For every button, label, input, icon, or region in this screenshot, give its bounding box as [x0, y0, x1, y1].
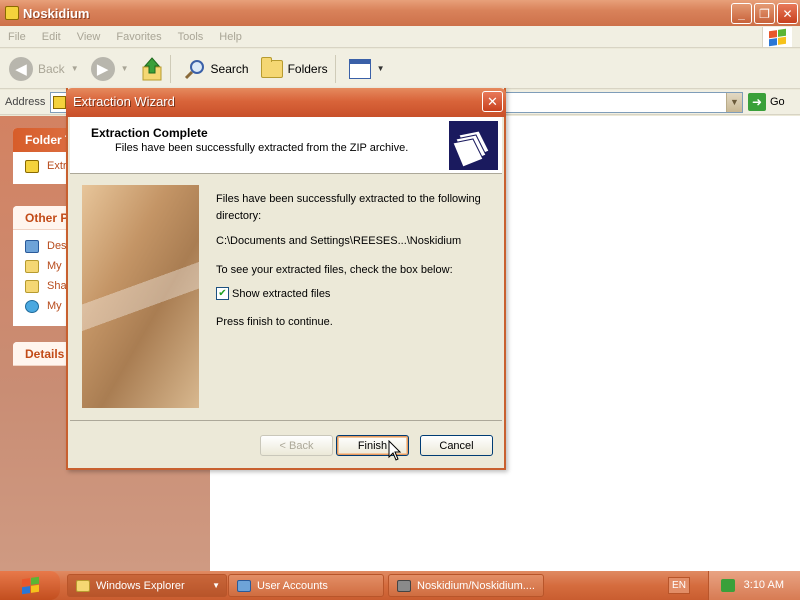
dialog-body: Files have been successfully extracted t… — [70, 175, 502, 419]
wizard-side-image — [82, 185, 199, 408]
header-title: Extraction Complete — [91, 126, 208, 140]
windows-flag-icon — [21, 576, 39, 595]
up-folder-icon — [142, 56, 162, 80]
folder-icon — [5, 6, 19, 20]
folders-label: Folders — [287, 61, 328, 76]
other-place-label: Des — [47, 240, 67, 252]
forward-button[interactable]: ▶ ▼ — [88, 52, 132, 86]
folder-task-label: Extr — [47, 160, 67, 172]
dialog-header: Extraction Complete Files have been succ… — [70, 117, 502, 174]
success-message: Files have been successfully extracted t… — [216, 193, 481, 222]
toolbar-separator — [169, 54, 171, 83]
clock[interactable]: 3:10 AM — [744, 579, 784, 591]
menu-favorites[interactable]: Favorites — [108, 31, 169, 43]
zip-folder-icon — [449, 121, 498, 170]
menu-tools[interactable]: Tools — [170, 31, 212, 43]
chevron-down-icon[interactable]: ▼ — [377, 64, 385, 73]
back-arrow-icon: ◀ — [9, 56, 33, 81]
shared-folder-icon — [25, 279, 39, 293]
task-label: Windows Explorer — [96, 579, 185, 592]
header-subtitle: Files have been successfully extracted f… — [115, 142, 409, 154]
checkbox-label[interactable]: Show extracted files — [232, 288, 330, 300]
task-label: Noskidium/Noskidium.... — [417, 579, 535, 592]
network-tray-icon[interactable] — [721, 579, 735, 592]
search-icon — [184, 59, 204, 79]
extracted-path: C:\Documents and Settings\REESES...\Nosk… — [216, 235, 462, 247]
views-icon — [348, 58, 371, 79]
dialog-footer: < Back Finish Cancel — [70, 420, 502, 468]
address-dropdown-icon[interactable]: ▼ — [726, 93, 742, 112]
cancel-button[interactable]: Cancel — [420, 435, 493, 456]
folder-icon — [53, 96, 66, 109]
task-label: User Accounts — [257, 579, 328, 592]
dialog-close-button[interactable]: ✕ — [482, 91, 503, 112]
menu-file[interactable]: File — [0, 31, 34, 43]
title-bar: Noskidium _ ❐ ✕ — [0, 0, 800, 26]
chevron-down-icon[interactable]: ▼ — [121, 64, 129, 73]
windows-logo-icon — [762, 27, 792, 47]
desktop-icon — [25, 239, 39, 253]
show-extracted-files-checkbox[interactable]: ✔ Show extracted files — [216, 287, 330, 300]
address-label: Address — [5, 96, 46, 108]
menu-help[interactable]: Help — [211, 31, 250, 43]
dialog-title-bar: Extraction Wizard ✕ — [66, 88, 506, 117]
continue-text: Press finish to continue. — [216, 316, 333, 328]
other-place-label: My — [47, 300, 62, 312]
language-indicator[interactable]: EN — [668, 577, 690, 594]
instruction-text: To see your extracted files, check the b… — [216, 264, 453, 276]
documents-icon — [25, 259, 39, 273]
folders-button[interactable]: Folders — [258, 52, 331, 86]
checkbox-checked-icon[interactable]: ✔ — [216, 287, 229, 300]
menu-view[interactable]: View — [69, 31, 109, 43]
back-button[interactable]: < Back — [260, 435, 333, 456]
close-button[interactable]: ✕ — [777, 3, 798, 24]
mouse-cursor-icon — [388, 440, 402, 461]
user-accounts-icon — [237, 579, 251, 592]
toolbar-separator — [334, 54, 336, 83]
dialog-title: Extraction Wizard — [73, 94, 175, 109]
taskbar-user-accounts[interactable]: User Accounts — [228, 574, 384, 597]
wizard-icon — [397, 579, 411, 592]
toolbar: ◀ Back ▼ ▶ ▼ Search Folders ▼ — [0, 49, 800, 89]
taskbar-windows-explorer[interactable]: Windows Explorer ▼ — [67, 574, 227, 597]
search-button[interactable]: Search — [181, 52, 252, 86]
restore-button[interactable]: ❐ — [754, 3, 775, 24]
folders-icon — [260, 56, 283, 78]
chevron-down-icon: ▼ — [212, 581, 220, 590]
folder-icon — [76, 579, 90, 592]
up-button[interactable] — [138, 52, 166, 86]
go-button[interactable]: ➜ Go — [748, 93, 785, 111]
taskbar: Windows Explorer ▼ User Accounts Noskidi… — [0, 571, 800, 600]
minimize-button[interactable]: _ — [731, 3, 752, 24]
window-title: Noskidium — [23, 5, 90, 21]
taskbar-noskidium[interactable]: Noskidium/Noskidium.... — [388, 574, 544, 597]
other-place-label: Sha — [47, 280, 67, 292]
back-button[interactable]: ◀ Back ▼ — [6, 52, 82, 86]
search-label: Search — [210, 61, 249, 76]
menu-bar: File Edit View Favorites Tools Help — [0, 26, 800, 48]
network-icon — [25, 299, 39, 313]
go-arrow-icon: ➜ — [748, 93, 766, 111]
start-button[interactable] — [0, 571, 60, 600]
extract-icon — [25, 159, 39, 173]
chevron-down-icon[interactable]: ▼ — [71, 64, 79, 73]
extraction-wizard-dialog: Extraction Wizard ✕ Extraction Complete … — [66, 88, 506, 470]
menu-edit[interactable]: Edit — [34, 31, 69, 43]
go-label: Go — [770, 96, 785, 108]
views-button[interactable]: ▼ — [346, 52, 388, 86]
forward-arrow-icon: ▶ — [90, 56, 115, 81]
other-place-label: My — [47, 260, 62, 272]
back-label: Back — [38, 61, 65, 76]
system-tray: 3:10 AM — [708, 571, 800, 600]
